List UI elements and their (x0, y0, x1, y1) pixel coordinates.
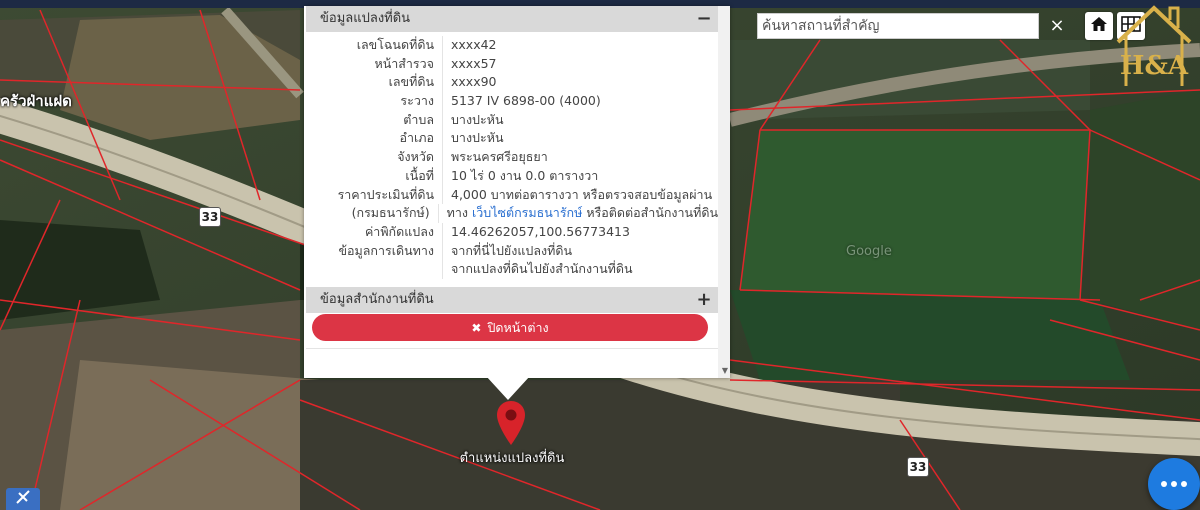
info-row-area: เนื้อที่ 10 ไร่ 0 งาน 0.0 ตารางวา (306, 166, 718, 186)
info-row-map-sheet: ระวาง 5137 IV 6898-00 (4000) (306, 92, 718, 111)
expand-icon[interactable]: + (696, 287, 712, 313)
scroll-down-icon[interactable]: ▼ (722, 366, 728, 375)
info-label: ตำบล (403, 111, 434, 127)
close-icon: ✖ (471, 320, 482, 335)
info-value: บางปะหัน (442, 110, 718, 130)
place-label: ครัวฝ่าแฝด (0, 92, 72, 110)
info-label (306, 260, 442, 279)
info-row-coordinates: ค่าพิกัดแปลง 14.46262057,100.56773413 (306, 222, 718, 242)
more-options-button[interactable] (1148, 458, 1200, 510)
info-row-treasury-dept: (กรมธนารักษ์) ทาง เว็บไซต์กรมธนารักษ์ หร… (306, 204, 718, 223)
info-value: 5137 IV 6898-00 (4000) (442, 92, 718, 111)
info-row-province: จังหวัด พระนครศรีอยุธยา (306, 148, 718, 167)
office-info-section-header[interactable]: ข้อมูลสำนักงานที่ดิน + (306, 287, 718, 313)
info-label: ราคาประเมินที่ดิน (337, 186, 434, 202)
info-value: xxxx42 (442, 36, 718, 55)
info-label: (กรมธนารักษ์) (351, 205, 430, 221)
land-info-table: เลขโฉนดที่ดิน xxxx42 หน้าสำรวจ xxxx57 เล… (306, 36, 718, 279)
map-pin-icon[interactable] (496, 400, 526, 446)
measure-tool-button[interactable] (6, 488, 40, 510)
dot-icon (1181, 481, 1187, 487)
home-button[interactable] (1085, 12, 1113, 40)
google-watermark: Google (846, 244, 892, 259)
brand-logo-text: H&A (1120, 51, 1189, 81)
dot-icon (1161, 481, 1167, 487)
dot-icon (1171, 481, 1177, 487)
info-value: ทาง เว็บไซต์กรมธนารักษ์ หรือติดต่อสำนักง… (437, 204, 718, 223)
dept-text-post: หรือติดต่อสำนักงานที่ดิน (586, 205, 718, 221)
treasury-website-link[interactable]: เว็บไซต์กรมธนารักษ์ (472, 205, 582, 220)
popup-scrollbar[interactable] (718, 6, 730, 378)
pin-label: ตำแหน่งแปลงที่ดิน (459, 451, 565, 466)
info-label: เนื้อที่ (405, 167, 434, 183)
road-shield-33-east: 33 (907, 457, 929, 477)
land-parcel-popup: ▼ ข้อมูลแปลงที่ดิน − เลขโฉนดที่ดิน xxxx4… (304, 6, 730, 378)
dept-text-pre: ทาง (446, 205, 469, 221)
info-label: อำเภอ (399, 130, 434, 146)
coordinates-link[interactable]: 14.46262057,100.56773413 (442, 222, 718, 242)
info-value: xxxx90 (442, 73, 718, 93)
place-search-input[interactable] (758, 14, 1038, 38)
info-value: xxxx57 (442, 54, 718, 74)
info-label: ค่าพิกัดแปลง (364, 223, 434, 239)
info-value: บางปะหัน (442, 129, 718, 149)
popup-pointer (486, 376, 530, 400)
land-info-section-header[interactable]: ข้อมูลแปลงที่ดิน − (306, 6, 718, 32)
land-info-section-title: ข้อมูลแปลงที่ดิน (320, 11, 411, 26)
directions-to-parcel-link[interactable]: จากที่นี่ไปยังแปลงที่ดิน (442, 241, 718, 261)
info-label: เลขโฉนดที่ดิน (356, 37, 434, 52)
info-value: 4,000 บาทต่อตารางวา หรือตรวจสอบข้อมูลผ่า… (442, 185, 718, 205)
info-row-district: อำเภอ บางปะหัน (306, 129, 718, 149)
brand-logo: H&A (1112, 2, 1196, 88)
directions-to-office-link[interactable]: จากแปลงที่ดินไปยังสำนักงานที่ดิน (442, 260, 718, 279)
road-shield-33: 33 (199, 207, 221, 227)
info-row-deed-number: เลขโฉนดที่ดิน xxxx42 (306, 36, 718, 55)
clear-search-button[interactable]: × (1046, 14, 1068, 38)
close-window-label: ปิดหน้าต่าง (487, 319, 549, 335)
info-row-travel: ข้อมูลการเดินทาง จากที่นี่ไปยังแปลงที่ดิ… (306, 241, 718, 261)
popup-divider (306, 348, 718, 349)
place-search-box[interactable] (757, 13, 1039, 39)
info-value: พระนครศรีอยุธยา (442, 148, 718, 167)
home-icon (1090, 15, 1108, 37)
info-label: เลขที่ดิน (388, 74, 434, 90)
info-label: จังหวัด (397, 149, 434, 165)
ruler-icon (15, 489, 31, 509)
office-info-section-title: ข้อมูลสำนักงานที่ดิน (320, 292, 434, 307)
collapse-icon[interactable]: − (696, 6, 712, 32)
info-row-appraisal-price: ราคาประเมินที่ดิน 4,000 บาทต่อตารางวา หร… (306, 185, 718, 205)
info-label: ระวาง (400, 93, 434, 109)
info-label: หน้าสำรวจ (374, 55, 434, 71)
info-row-land-number: เลขที่ดิน xxxx90 (306, 73, 718, 93)
info-row-survey-page: หน้าสำรวจ xxxx57 (306, 54, 718, 74)
info-label: ข้อมูลการเดินทาง (338, 242, 434, 258)
info-value: 10 ไร่ 0 งาน 0.0 ตารางวา (442, 166, 718, 186)
close-window-button[interactable]: ✖ ปิดหน้าต่าง (312, 314, 708, 341)
info-row-subdistrict: ตำบล บางปะหัน (306, 110, 718, 130)
info-row-travel-2: จากแปลงที่ดินไปยังสำนักงานที่ดิน (306, 260, 718, 279)
